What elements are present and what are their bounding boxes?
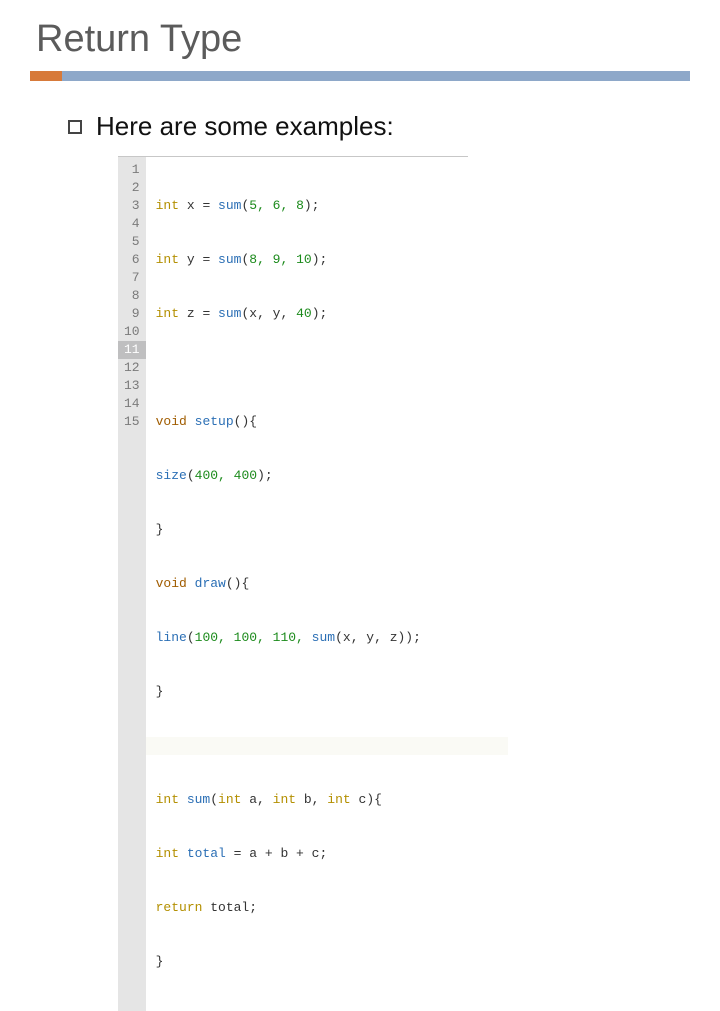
bullet-text: Here are some examples: [96, 111, 394, 142]
line-number: 4 [124, 215, 140, 233]
rule-accent [30, 71, 62, 81]
code-line: void draw(){ [156, 575, 468, 593]
slide-body: Here are some examples: 1 2 3 4 5 6 7 8 … [68, 111, 690, 1011]
code-line-active [146, 737, 508, 755]
slide: Return Type Here are some examples: 1 2 … [0, 0, 720, 540]
line-number: 6 [124, 251, 140, 269]
code-editor: 1 2 3 4 5 6 7 8 9 10 11 12 13 14 15 int … [118, 156, 468, 1011]
code-line: int z = sum(x, y, 40); [156, 305, 468, 323]
code-line: int x = sum(5, 6, 8); [156, 197, 468, 215]
line-number: 9 [124, 305, 140, 323]
line-number: 5 [124, 233, 140, 251]
title-rule [30, 71, 690, 81]
code-line: } [156, 683, 468, 701]
line-number: 14 [124, 395, 140, 413]
rule-main [62, 71, 690, 81]
code-line: int sum(int a, int b, int c){ [156, 791, 468, 809]
code-line: } [156, 521, 468, 539]
slide-title: Return Type [36, 18, 690, 61]
code-line: } [156, 953, 468, 971]
bullet-item: Here are some examples: [68, 111, 690, 142]
line-number: 1 [124, 161, 140, 179]
code-line: void setup(){ [156, 413, 468, 431]
line-number: 15 [124, 413, 140, 431]
code-line [156, 359, 468, 377]
line-number: 2 [124, 179, 140, 197]
line-number: 13 [124, 377, 140, 395]
line-number: 12 [124, 359, 140, 377]
code-line: int total = a + b + c; [156, 845, 468, 863]
code-line: int y = sum(8, 9, 10); [156, 251, 468, 269]
code-line: size(400, 400); [156, 467, 468, 485]
line-gutter: 1 2 3 4 5 6 7 8 9 10 11 12 13 14 15 [118, 157, 146, 1011]
line-number: 10 [124, 323, 140, 341]
line-number: 3 [124, 197, 140, 215]
line-number: 7 [124, 269, 140, 287]
bullet-icon [68, 120, 82, 134]
line-number-active: 11 [118, 341, 146, 359]
line-number: 8 [124, 287, 140, 305]
code-line: return total; [156, 899, 468, 917]
code-body: int x = sum(5, 6, 8); int y = sum(8, 9, … [146, 157, 468, 1011]
code-line: line(100, 100, 110, sum(x, y, z)); [156, 629, 468, 647]
